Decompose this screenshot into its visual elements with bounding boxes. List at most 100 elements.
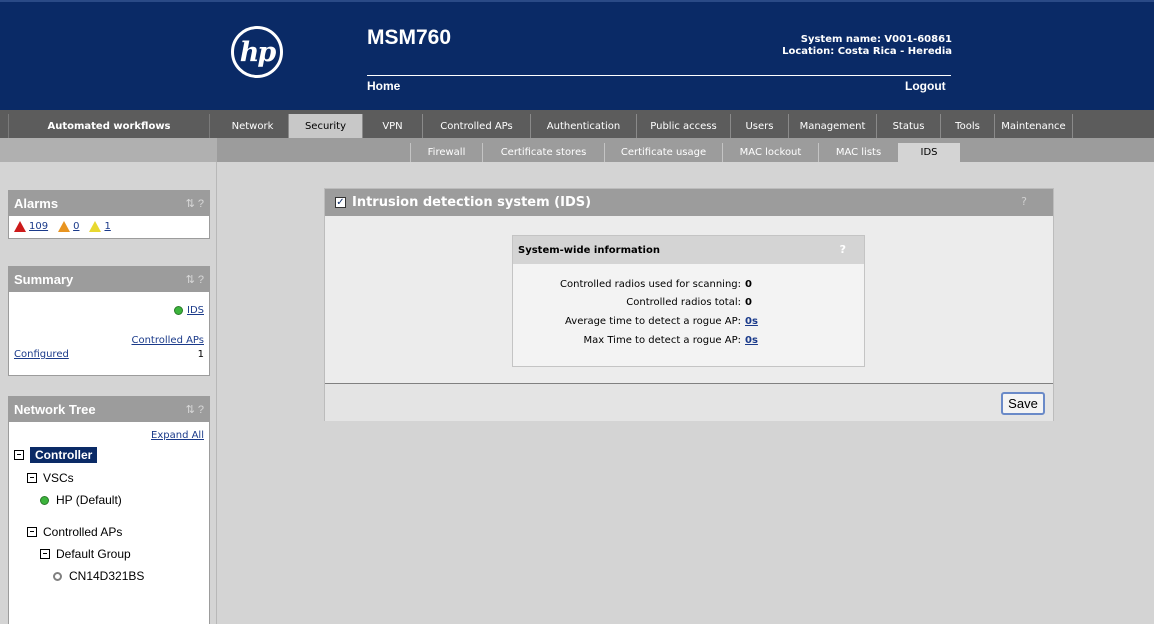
ids-enable-checkbox[interactable]: ✓	[335, 197, 346, 208]
expand-all-link[interactable]: Expand All	[151, 430, 204, 441]
summary-title: Summary	[14, 272, 74, 287]
status-ok-icon	[40, 495, 49, 505]
tree-node-controlled-aps[interactable]: Controlled APs	[27, 525, 122, 539]
system-wide-info-box: System-wide information ? Controlled rad…	[512, 235, 865, 367]
info-value: 0	[745, 279, 752, 290]
status-ok-icon	[174, 306, 183, 315]
network-tree-header: Network Tree ⇅ ?	[9, 397, 209, 422]
help-icon[interactable]: ?	[1021, 195, 1027, 208]
critical-alarms[interactable]: 109	[14, 221, 48, 232]
controlled-aps-link[interactable]: Controlled APs	[131, 335, 204, 346]
tree-node-default-group[interactable]: Default Group	[40, 547, 131, 561]
hp-logo: hp	[231, 26, 283, 78]
network-tree-panel: Network Tree ⇅ ? Expand All Controller V…	[8, 396, 210, 624]
minor-alarm-icon	[89, 221, 102, 232]
header-banner: hp MSM760 System name: V001-60861 Locati…	[0, 0, 1154, 110]
system-location: Location: Costa Rica - Heredia	[782, 46, 952, 57]
collapse-icon[interactable]	[40, 549, 50, 559]
tab-maintenance[interactable]: Maintenance	[995, 114, 1073, 138]
collapse-icon[interactable]	[27, 473, 37, 483]
max-time-link[interactable]: 0s	[745, 335, 758, 346]
summary-panel: Summary ⇅ ? IDS Controlled APs Configure…	[8, 266, 210, 376]
network-tree-title: Network Tree	[14, 402, 96, 417]
tree-node-ap[interactable]: CN14D321BS	[53, 569, 144, 583]
subtab-mac-lists[interactable]: MAC lists	[818, 143, 898, 162]
minor-alarms[interactable]: 1	[89, 221, 111, 232]
avg-time-link[interactable]: 0s	[745, 316, 758, 327]
product-title: MSM760	[367, 26, 452, 49]
major-alarms[interactable]: 0	[58, 221, 79, 232]
ap-label[interactable]: CN14D321BS	[69, 569, 144, 583]
tab-status[interactable]: Status	[877, 114, 941, 138]
subnav-left-spacer	[0, 138, 217, 162]
tab-public-access[interactable]: Public access	[637, 114, 731, 138]
main-nav: Automated workflows Network Security VPN Co…	[0, 110, 1154, 138]
subtab-certificate-stores[interactable]: Certificate stores	[482, 143, 604, 162]
tab-controlled-aps[interactable]: Controlled APs	[423, 114, 531, 138]
status-offline-icon	[53, 571, 62, 581]
ids-panel-header: ✓ Intrusion detection system (IDS) ?	[325, 189, 1053, 216]
info-value: 0	[745, 297, 752, 308]
controlled-aps-label[interactable]: Controlled APs	[43, 525, 122, 539]
panel-tools-icon[interactable]: ⇅ ?	[186, 197, 209, 210]
info-label: Max Time to detect a rogue AP:	[583, 335, 741, 346]
collapse-icon[interactable]	[14, 450, 24, 460]
tab-vpn[interactable]: VPN	[363, 114, 423, 138]
tab-tools[interactable]: Tools	[941, 114, 995, 138]
controller-label[interactable]: Controller	[30, 447, 98, 463]
subtab-certificate-usage[interactable]: Certificate usage	[604, 143, 722, 162]
main-tabs: Network Security VPN Controlled APs Authenti…	[217, 114, 1073, 138]
ids-panel: ✓ Intrusion detection system (IDS) ? Sys…	[324, 188, 1054, 421]
tab-security[interactable]: Security	[289, 114, 363, 138]
panel-tools-icon[interactable]: ⇅ ?	[186, 403, 209, 416]
configured-count: 1	[197, 349, 204, 360]
major-alarm-count[interactable]: 0	[73, 221, 79, 232]
tab-authentication[interactable]: Authentication	[531, 114, 637, 138]
system-name: System name: V001-60861	[800, 34, 952, 45]
minor-alarm-count[interactable]: 1	[104, 221, 110, 232]
tree-node-controller[interactable]: Controller	[14, 447, 98, 463]
ids-panel-title: Intrusion detection system (IDS)	[352, 195, 592, 210]
summary-panel-header: Summary ⇅ ?	[9, 267, 209, 292]
panel-tools-icon[interactable]: ⇅ ?	[186, 273, 209, 286]
info-label: Controlled radios total:	[626, 297, 741, 308]
home-link[interactable]: Home	[367, 79, 400, 93]
tab-management[interactable]: Management	[789, 114, 877, 138]
default-group-label[interactable]: Default Group	[56, 547, 131, 561]
ids-link[interactable]: IDS	[187, 305, 204, 316]
tree-node-vscs[interactable]: VSCs	[27, 471, 74, 485]
tab-network[interactable]: Network	[217, 114, 289, 138]
alarms-panel-header: Alarms ⇅ ?	[9, 191, 209, 216]
automated-workflows-tab[interactable]: Automated workflows	[8, 114, 210, 138]
system-wide-info-title: System-wide information	[518, 244, 660, 256]
info-row-radios-total: Controlled radios total: 0	[513, 297, 866, 311]
subtab-ids[interactable]: IDS	[898, 143, 960, 162]
subtab-mac-lockout[interactable]: MAC lockout	[722, 143, 818, 162]
alarms-title: Alarms	[14, 196, 59, 211]
help-icon[interactable]: ?	[840, 243, 846, 256]
subtab-firewall[interactable]: Firewall	[410, 143, 482, 162]
critical-alarm-icon	[14, 221, 26, 232]
tab-users[interactable]: Users	[731, 114, 789, 138]
configured-link[interactable]: Configured	[14, 349, 69, 360]
info-label: Average time to detect a rogue AP:	[565, 316, 741, 327]
alarms-panel: Alarms ⇅ ? 109 0 1	[8, 190, 210, 239]
header-divider	[367, 75, 951, 76]
alarm-counts: 109 0 1	[9, 216, 209, 232]
info-row-radios-scanning: Controlled radios used for scanning: 0	[513, 279, 866, 293]
info-row-avg-time: Average time to detect a rogue AP: 0s	[513, 316, 866, 330]
critical-alarm-count[interactable]: 109	[29, 221, 48, 232]
system-wide-info-header: System-wide information ?	[513, 236, 864, 264]
logout-link[interactable]: Logout	[905, 79, 946, 93]
ids-status: IDS	[174, 305, 204, 316]
save-button[interactable]: Save	[1001, 392, 1045, 415]
collapse-icon[interactable]	[27, 527, 37, 537]
ids-panel-footer: Save	[325, 384, 1053, 421]
major-alarm-icon	[58, 221, 71, 232]
system-info: System name: V001-60861 Location: Costa …	[700, 34, 952, 58]
vsc-label[interactable]: HP (Default)	[56, 493, 122, 507]
sidebar: Alarms ⇅ ? 109 0 1 Summary ⇅ ? IDS Contr…	[0, 162, 217, 624]
tree-node-vsc[interactable]: HP (Default)	[40, 493, 122, 507]
vscs-label[interactable]: VSCs	[43, 471, 74, 485]
info-label: Controlled radios used for scanning:	[560, 279, 741, 290]
